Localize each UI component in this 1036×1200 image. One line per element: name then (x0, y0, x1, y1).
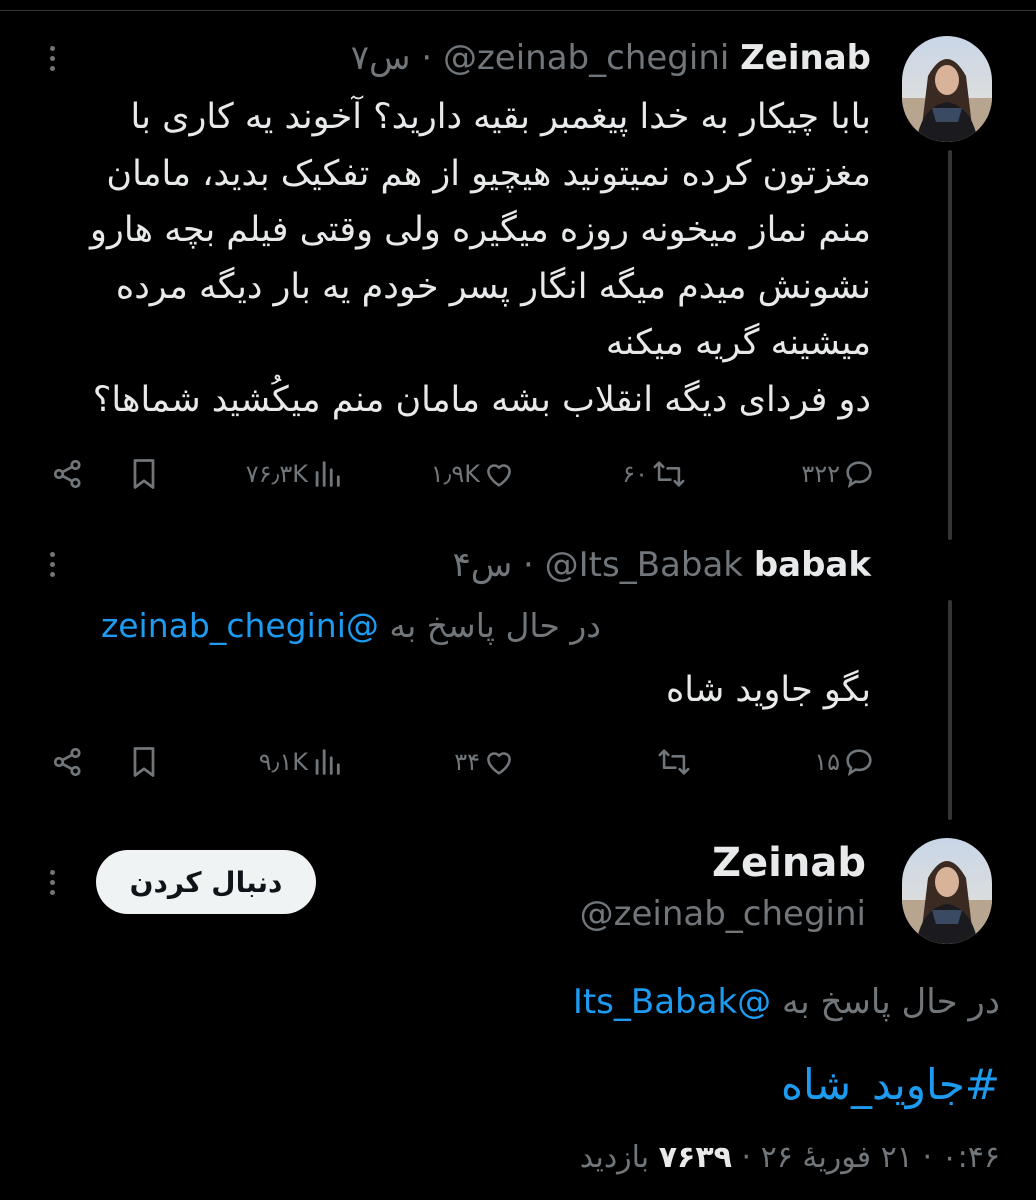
hashtag-link[interactable]: #جاوید_شاه (781, 1060, 1000, 1109)
retweet-button[interactable]: ۶۰ (622, 454, 688, 494)
tweet-header: ۷س · @zeinab_chegini Zeinab (351, 38, 871, 78)
tweet-actions: ۱۵ ۳۴ ۹٫۱K (0, 742, 1036, 782)
tweet-date[interactable]: ۲۱ فوریهٔ ۲۶ (761, 1140, 913, 1175)
tweet-time[interactable]: ۴س (452, 545, 512, 585)
tweet-actions: ۳۲۲ ۶۰ ۱٫۹K ۷۶٫۳K (0, 454, 1036, 494)
tweet-time[interactable]: ۰:۴۶ (942, 1140, 1000, 1175)
share-button[interactable] (50, 454, 86, 494)
author-name[interactable]: Zeinab (712, 840, 866, 886)
reply-icon (846, 461, 872, 489)
share-icon (53, 747, 81, 777)
reply-count: ۱۵ (814, 748, 840, 776)
like-icon (487, 752, 511, 775)
like-button[interactable]: ۱٫۹K (431, 454, 516, 494)
views-button[interactable]: ۹٫۱K (259, 742, 344, 782)
retweet-button[interactable] (653, 742, 693, 782)
reply-count: ۳۲۲ (801, 460, 840, 488)
separator-dot: · (523, 545, 534, 585)
follow-button[interactable]: دنبال کردن (96, 850, 316, 914)
tweet-header: ۴س · @Its_Babak babak (452, 545, 871, 585)
views-button[interactable]: ۷۶٫۳K (246, 454, 344, 494)
tweet-text: بگو جاوید شاه (665, 670, 871, 710)
more-icon[interactable] (40, 46, 64, 71)
retweet-icon (658, 749, 690, 775)
retweet-icon (653, 461, 685, 487)
like-icon (487, 464, 511, 487)
more-icon[interactable] (40, 552, 64, 577)
reply-button[interactable]: ۱۵ (814, 742, 876, 782)
views-icon (315, 749, 340, 775)
tweet-meta: ۰:۴۶ · ۲۱ فوریهٔ ۲۶ · ۷۶۳۹ بازدید (580, 1140, 1000, 1175)
separator-dot: · (421, 38, 433, 78)
share-button[interactable] (50, 742, 86, 782)
retweet-count: ۶۰ (622, 460, 648, 488)
separator-dot: · (922, 1140, 932, 1175)
replying-to-label: در حال پاسخ به (781, 982, 1000, 1022)
like-button[interactable]: ۳۴ (454, 742, 516, 782)
reply-button[interactable]: ۳۲۲ (801, 454, 876, 494)
tweet-text: بابا چیکار به خدا پیغمبر بقیه دارید؟ آخو… (90, 97, 871, 420)
separator-dot: · (741, 1140, 752, 1175)
top-divider (0, 0, 1036, 11)
author-name[interactable]: babak (754, 545, 871, 585)
tweet-time[interactable]: ۷س (351, 38, 411, 78)
replying-to: در حال پاسخ به @zeinab_chegini (101, 606, 601, 645)
author-name[interactable]: Zeinab (740, 38, 871, 78)
share-icon (53, 459, 81, 489)
replying-to-label: در حال پاسخ به (389, 606, 601, 645)
views-count: ۷۶۳۹ (658, 1140, 732, 1175)
replying-to: در حال پاسخ به @Its_Babak (573, 982, 1000, 1022)
views-count: ۹٫۱K (258, 748, 308, 776)
author-handle[interactable]: @zeinab_chegini (580, 894, 866, 934)
avatar[interactable] (902, 838, 992, 944)
like-count: ۳۴ (454, 748, 480, 776)
like-count: ۱٫۹K (430, 460, 480, 488)
views-label: بازدید (579, 1140, 650, 1175)
author-handle[interactable]: @Its_Babak (545, 545, 743, 585)
views-count: ۷۶٫۳K (245, 460, 308, 488)
views-icon (315, 461, 340, 487)
bookmark-button[interactable] (126, 454, 162, 494)
author-handle[interactable]: @zeinab_chegini (443, 38, 729, 78)
bookmark-button[interactable] (126, 742, 162, 782)
replying-to-mention[interactable]: @Its_Babak (573, 982, 771, 1022)
reply-icon (846, 749, 872, 777)
bookmark-icon (133, 459, 155, 489)
thread-connector (948, 600, 952, 820)
bookmark-icon (133, 747, 155, 777)
avatar[interactable] (902, 36, 992, 142)
replying-to-mention[interactable]: @zeinab_chegini (101, 606, 379, 645)
more-icon[interactable] (40, 870, 64, 895)
